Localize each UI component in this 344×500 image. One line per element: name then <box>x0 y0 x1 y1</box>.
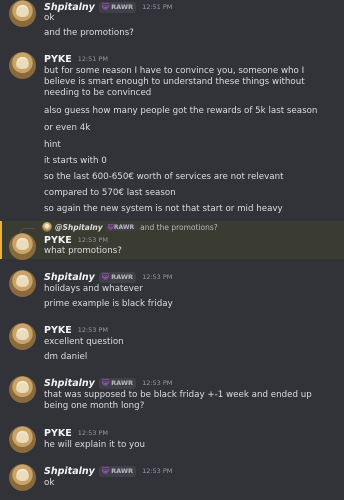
timestamp: 12:51 PM <box>142 3 173 11</box>
message-header: PYKE 12:53 PM <box>44 426 108 440</box>
author-name[interactable]: PYKE <box>44 235 72 246</box>
role-tag[interactable]: 😺 RAWR <box>98 271 137 283</box>
reply-author[interactable]: @Shpitalny <box>55 223 103 232</box>
message-header: Shpitalny 😺 RAWR 12:53 PM <box>44 270 172 284</box>
timestamp: 12:53 PM <box>142 379 173 387</box>
message-text: also guess how many people got the rewar… <box>44 106 318 116</box>
message-text: excellent question <box>44 337 124 347</box>
role-tag-label: RAWR <box>111 273 134 281</box>
message-text: holidays and whatever <box>44 284 143 294</box>
role-tag[interactable]: 😺 RAWR <box>98 1 137 13</box>
message-text: prime example is black friday <box>44 299 173 309</box>
message-text: he will explain it to you <box>44 440 146 450</box>
message-text: what promotions? <box>44 246 122 256</box>
avatar[interactable] <box>9 464 36 491</box>
message-text: compared to 570€ last season <box>44 188 176 198</box>
cat-paw-icon: 😺 <box>101 273 110 281</box>
cat-paw-icon: 😺 <box>101 467 110 475</box>
avatar[interactable] <box>9 0 36 27</box>
message-header: PYKE 12:53 PM <box>44 323 108 337</box>
message-text: and the promotions? <box>44 28 134 38</box>
author-name[interactable]: Shpitalny <box>44 466 95 477</box>
cat-paw-icon: 😺 <box>101 379 110 387</box>
author-name[interactable]: Shpitalny <box>44 272 95 283</box>
avatar[interactable] <box>9 376 36 403</box>
reply-text[interactable]: and the promotions? <box>140 223 218 232</box>
author-name[interactable]: Shpitalny <box>44 2 95 13</box>
avatar[interactable] <box>9 52 36 79</box>
message-text: but for some reason I have to convince y… <box>44 66 305 98</box>
message-text: that was supposed to be black friday +-1… <box>44 390 312 411</box>
message-header: PYKE 12:51 PM <box>44 52 108 66</box>
chat-message-list: Shpitalny 😺 RAWR 12:51 PM ok and the prom… <box>0 0 344 500</box>
author-name[interactable]: PYKE <box>44 54 72 65</box>
timestamp: 12:53 PM <box>77 429 109 437</box>
timestamp: 12:53 PM <box>77 236 109 244</box>
message-text: hint <box>44 140 61 150</box>
avatar[interactable] <box>9 233 36 260</box>
message-text: so the last 600-650€ worth of services a… <box>44 172 284 182</box>
message-header: Shpitalny 😺 RAWR 12:51 PM <box>44 0 172 14</box>
message-text: so again the new system is not that star… <box>44 204 283 214</box>
timestamp: 12:53 PM <box>77 326 109 334</box>
cat-paw-icon: 😺 <box>101 3 110 11</box>
avatar[interactable] <box>9 426 36 453</box>
timestamp: 12:51 PM <box>77 55 109 63</box>
timestamp: 12:53 PM <box>142 273 173 281</box>
reply-preview[interactable]: @Shpitalny 😺RAWR and the promotions? <box>42 221 218 233</box>
message-text: ok <box>44 13 55 23</box>
message-text: dm daniel <box>44 352 88 362</box>
author-name[interactable]: Shpitalny <box>44 378 95 389</box>
message-text: it starts with 0 <box>44 156 107 166</box>
role-tag-label: RAWR <box>113 223 135 231</box>
role-tag-label: RAWR <box>111 3 134 11</box>
message-header: Shpitalny 😺 RAWR 12:53 PM <box>44 376 172 390</box>
role-tag[interactable]: 😺 RAWR <box>98 465 137 477</box>
timestamp: 12:53 PM <box>142 467 173 475</box>
avatar[interactable] <box>9 270 36 297</box>
role-tag-label: RAWR <box>111 379 134 387</box>
message-text: or even 4k <box>44 123 91 133</box>
author-name[interactable]: PYKE <box>44 325 72 336</box>
message-header: Shpitalny 😺 RAWR 12:53 PM <box>44 464 172 478</box>
avatar[interactable] <box>9 323 36 350</box>
message-header: PYKE 12:53 PM <box>44 233 108 247</box>
reply-avatar <box>42 222 52 232</box>
message-text: ok <box>44 478 55 488</box>
role-tag: 😺RAWR <box>105 223 137 231</box>
role-tag-label: RAWR <box>111 467 134 475</box>
author-name[interactable]: PYKE <box>44 428 72 439</box>
role-tag[interactable]: 😺 RAWR <box>98 377 137 389</box>
